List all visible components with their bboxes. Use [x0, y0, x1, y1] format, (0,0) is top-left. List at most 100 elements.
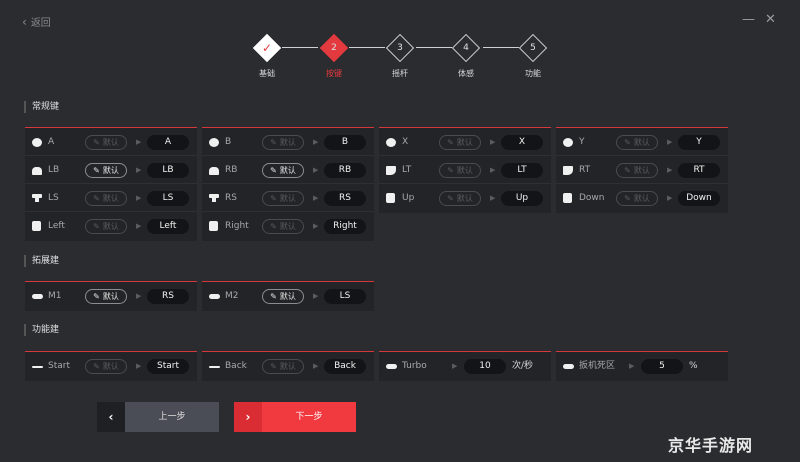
arrow-right-icon: ▶ — [313, 138, 319, 146]
key-name: X — [402, 137, 409, 147]
default-button[interactable]: ✎ 默认 — [616, 191, 658, 206]
step-label: 按键 — [326, 69, 342, 78]
mapped-key-value[interactable]: Up — [501, 191, 543, 206]
key-row: Right ✎ 默认 ▶ Right — [202, 213, 374, 240]
next-step-button[interactable]: › 下一步 — [234, 402, 356, 432]
default-button[interactable]: ✎ 默认 — [85, 135, 127, 150]
mapped-key-value[interactable]: RS — [147, 289, 189, 304]
mapped-key-value[interactable]: Back — [324, 359, 366, 374]
pencil-icon: ✎ — [270, 138, 277, 147]
key-name: M1 — [48, 291, 62, 301]
dpad-key-icon — [386, 193, 395, 203]
default-button[interactable]: ✎ 默认 — [439, 163, 481, 178]
circle-key-icon — [386, 138, 396, 147]
arrow-right-icon: ▶ — [136, 138, 142, 146]
arrow-right-icon: ▶ — [136, 166, 142, 174]
pencil-icon: ✎ — [270, 166, 277, 175]
dpad-key-icon — [32, 221, 41, 231]
step-number: 5 — [530, 43, 536, 53]
mapped-key-value[interactable]: X — [501, 135, 543, 150]
mapped-key-value[interactable]: Left — [147, 219, 189, 234]
pencil-icon: ✎ — [624, 194, 631, 203]
key-row: RS ✎ 默认 ▶ RS — [202, 185, 374, 212]
step-keys[interactable]: 2 按键 — [304, 33, 364, 79]
key-row: X ✎ 默认 ▶ X — [379, 129, 551, 156]
mapped-key-value[interactable]: Y — [678, 135, 720, 150]
default-button[interactable]: ✎ 默认 — [262, 219, 304, 234]
prev-step-button[interactable]: ‹ 上一步 — [97, 402, 219, 432]
default-button[interactable]: ✎ 默认 — [85, 163, 127, 178]
section-title-regular: 常规键 — [24, 101, 59, 113]
minimize-button[interactable]: — — [742, 12, 755, 27]
default-button[interactable]: ✎ 默认 — [262, 163, 304, 178]
default-button[interactable]: ✎ 默认 — [262, 289, 304, 304]
key-row: Left ✎ 默认 ▶ Left — [25, 213, 197, 240]
pencil-icon: ✎ — [270, 292, 277, 301]
default-button[interactable]: ✎ 默认 — [439, 191, 481, 206]
mapped-key-value[interactable]: RT — [678, 163, 720, 178]
pencil-icon: ✎ — [93, 138, 100, 147]
step-stick[interactable]: 3 摇杆 — [370, 33, 430, 79]
arrow-right-icon: ▶ — [136, 194, 142, 202]
key-row: LT ✎ 默认 ▶ LT — [379, 157, 551, 184]
step-basic[interactable]: ✓ 基础 — [237, 33, 297, 79]
pencil-icon: ✎ — [447, 138, 454, 147]
key-row-start: Start ✎ 默认 ▶ Start — [25, 353, 197, 380]
mapped-key-value[interactable]: LS — [147, 191, 189, 206]
deadzone-input[interactable]: 5 — [641, 359, 683, 374]
mapped-key-value[interactable]: B — [324, 135, 366, 150]
mapped-key-value[interactable]: LT — [501, 163, 543, 178]
mapped-key-value[interactable]: Right — [324, 219, 366, 234]
turbo-unit: 次/秒 — [512, 361, 534, 371]
mapped-key-value[interactable]: LS — [324, 289, 366, 304]
turbo-icon — [386, 364, 397, 369]
default-button[interactable]: ✎ 默认 — [616, 135, 658, 150]
arrow-right-icon: ▶ — [313, 362, 319, 370]
arrow-right-icon: ▶ — [490, 194, 496, 202]
back-label: 返回 — [30, 18, 51, 29]
mapped-key-value[interactable]: RS — [324, 191, 366, 206]
mapped-key-value[interactable]: Down — [678, 191, 720, 206]
default-button[interactable]: ✎ 默认 — [439, 135, 481, 150]
pencil-icon: ✎ — [93, 292, 100, 301]
arrow-right-icon: ▶ — [490, 138, 496, 146]
back-button[interactable]: ‹ 返回 — [22, 14, 51, 30]
key-row: M2 ✎ 默认 ▶ LS — [202, 283, 374, 310]
regular-keys-column: B ✎ 默认 ▶ B RB ✎ 默认 ▶ RB RS ✎ 默认 ▶ RS Right ✎ 默认 ▶ Right — [202, 127, 374, 241]
chevron-right-icon: › — [234, 402, 262, 432]
step-label: 功能 — [525, 69, 541, 78]
step-function[interactable]: 5 功能 — [503, 33, 563, 79]
function-col-turbo: Turbo ▶ 10 次/秒 — [379, 351, 551, 381]
default-button[interactable]: ✎ 默认 — [262, 191, 304, 206]
circle-key-icon — [209, 138, 219, 147]
pencil-icon: ✎ — [270, 194, 277, 203]
trigger-key-icon — [563, 166, 573, 175]
mapped-key-value[interactable]: Start — [147, 359, 189, 374]
default-button[interactable]: ✎ 默认 — [85, 359, 127, 374]
step-motion[interactable]: 4 体感 — [436, 33, 496, 79]
default-button[interactable]: ✎ 默认 — [85, 219, 127, 234]
turbo-rate-input[interactable]: 10 — [464, 359, 506, 374]
arrow-right-icon: ▶ — [490, 166, 496, 174]
back-key-icon — [209, 366, 220, 368]
mapped-key-value[interactable]: RB — [324, 163, 366, 178]
default-button[interactable]: ✎ 默认 — [616, 163, 658, 178]
default-button[interactable]: ✎ 默认 — [85, 289, 127, 304]
key-row: RB ✎ 默认 ▶ RB — [202, 157, 374, 184]
close-button[interactable]: ✕ — [765, 12, 776, 27]
arrow-right-icon: ▶ — [136, 292, 142, 300]
default-button[interactable]: ✎ 默认 — [262, 359, 304, 374]
dpad-key-icon — [563, 193, 572, 203]
stick-key-icon — [32, 194, 42, 202]
regular-keys-column: A ✎ 默认 ▶ A LB ✎ 默认 ▶ LB LS ✎ 默认 ▶ LS Left ✎ 默认 ▶ Left — [25, 127, 197, 241]
default-button[interactable]: ✎ 默认 — [85, 191, 127, 206]
mapped-key-value[interactable]: LB — [147, 163, 189, 178]
mapped-key-value[interactable]: A — [147, 135, 189, 150]
key-name: RT — [579, 165, 591, 175]
key-name: 扳机死区 — [579, 361, 616, 371]
default-button[interactable]: ✎ 默认 — [262, 135, 304, 150]
trigger-key-icon — [386, 166, 396, 175]
check-icon: ✓ — [261, 41, 273, 55]
stick-key-icon — [209, 194, 219, 202]
step-number: 4 — [463, 43, 469, 53]
